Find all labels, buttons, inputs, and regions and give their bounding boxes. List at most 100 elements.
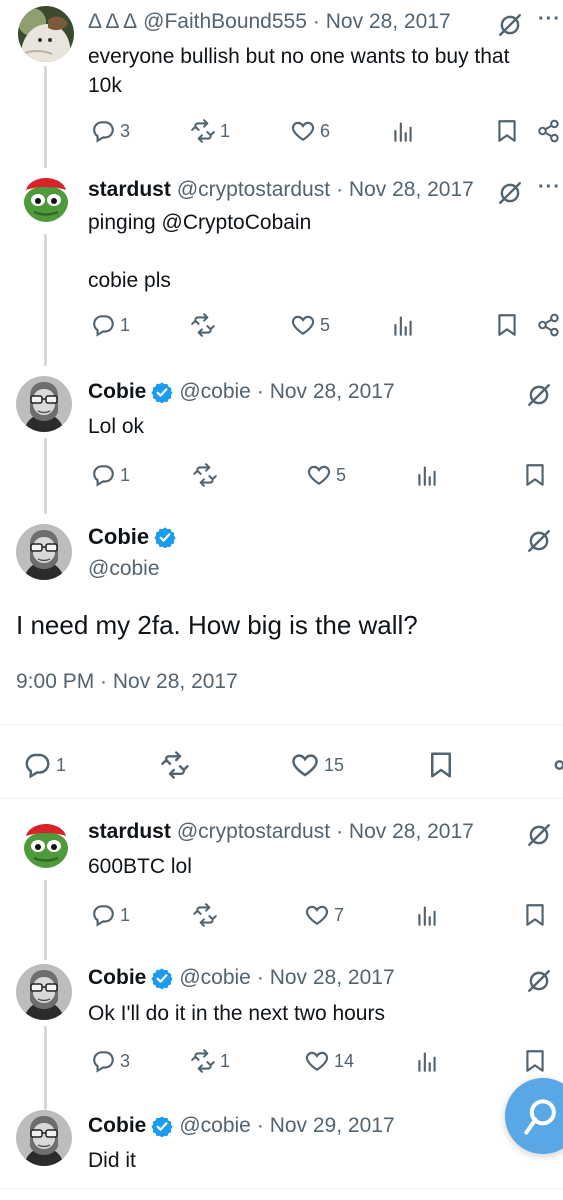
reply-button[interactable]: 1	[22, 750, 66, 780]
tweet-date[interactable]: · Nov 28, 2017	[336, 178, 474, 202]
retweet-button[interactable]	[190, 312, 220, 338]
user-handle[interactable]: @cobie	[88, 557, 160, 581]
tweet-date[interactable]: · Nov 28, 2017	[313, 10, 451, 34]
views-icon	[414, 902, 440, 928]
retweet-button[interactable]: 1	[190, 1048, 230, 1074]
thread-line	[44, 438, 47, 514]
grok-icon[interactable]	[526, 528, 552, 554]
views-button[interactable]	[390, 312, 416, 338]
like-count: 14	[334, 1050, 355, 1071]
avatar[interactable]	[18, 6, 74, 62]
bookmark-button[interactable]	[522, 902, 548, 928]
divider	[0, 724, 563, 725]
tweet-text: Lol ok	[88, 415, 145, 438]
grok-icon[interactable]	[497, 12, 523, 38]
more-options-button[interactable]: ···	[538, 8, 561, 31]
views-icon	[390, 312, 416, 338]
reply-button[interactable]: 1	[90, 462, 130, 488]
grok-icon[interactable]	[526, 822, 552, 848]
share-button[interactable]	[552, 750, 563, 780]
verified-badge-icon	[151, 1115, 173, 1137]
user-name[interactable]: Cobie	[88, 966, 146, 990]
user-name[interactable]: stardust	[88, 820, 171, 844]
reply-icon	[90, 902, 116, 928]
retweet-button[interactable]: 1	[190, 118, 230, 144]
user-name[interactable]: Cobie	[88, 380, 146, 404]
user-name[interactable]: stardust	[88, 178, 171, 202]
tweet-header: stardust @cryptostardust · Nov 28, 2017	[88, 820, 474, 844]
reply-button[interactable]: 1	[90, 902, 130, 928]
retweet-button[interactable]	[160, 750, 190, 780]
avatar[interactable]	[16, 524, 72, 580]
bookmark-button[interactable]	[494, 312, 520, 338]
verified-badge-icon	[154, 526, 176, 548]
reply-count: 1	[120, 314, 131, 335]
grok-icon[interactable]	[526, 968, 552, 994]
reply-button[interactable]: 3	[90, 1048, 130, 1074]
more-options-button[interactable]: ···	[538, 176, 561, 199]
share-button[interactable]	[536, 118, 562, 144]
reply-button[interactable]: 3	[90, 118, 130, 144]
like-button[interactable]: 6	[290, 118, 330, 144]
compose-button[interactable]	[505, 1078, 563, 1154]
like-button[interactable]: 5	[290, 312, 330, 338]
heart-icon	[290, 750, 320, 780]
user-handle[interactable]: @cobie	[179, 966, 251, 990]
like-button[interactable]: 7	[304, 902, 344, 928]
views-button[interactable]	[414, 462, 440, 488]
user-handle[interactable]: @cryptostardust	[177, 820, 330, 844]
like-count: 5	[320, 314, 331, 335]
reply-icon	[90, 312, 116, 338]
reply-icon	[90, 462, 116, 488]
user-name[interactable]: Cobie	[88, 524, 149, 550]
user-handle[interactable]: @cobie	[179, 1114, 251, 1138]
grok-icon[interactable]	[526, 382, 552, 408]
main-tweet-timestamp[interactable]: 9:00 PM · Nov 28, 2017	[16, 670, 238, 694]
divider	[0, 1188, 563, 1189]
avatar[interactable]	[18, 172, 74, 228]
like-button[interactable]: 14	[304, 1048, 354, 1074]
divider	[0, 798, 563, 799]
reply-count: 3	[120, 1050, 131, 1071]
avatar[interactable]	[16, 1110, 72, 1166]
bookmark-icon	[426, 750, 456, 780]
user-name[interactable]: Cobie	[88, 1114, 146, 1138]
reply-button[interactable]: 1	[90, 312, 130, 338]
compose-icon	[524, 1099, 556, 1135]
like-count: 6	[320, 120, 331, 141]
bookmark-button[interactable]	[426, 750, 456, 780]
user-handle[interactable]: @cryptostardust	[177, 178, 330, 202]
bookmark-button[interactable]	[494, 118, 520, 144]
views-button[interactable]	[414, 902, 440, 928]
bookmark-icon	[494, 118, 520, 144]
like-button[interactable]: 5	[306, 462, 346, 488]
heart-icon	[306, 462, 332, 488]
tweet-date[interactable]: · Nov 28, 2017	[257, 380, 395, 404]
tweet-date[interactable]: · Nov 29, 2017	[257, 1114, 395, 1138]
avatar[interactable]	[18, 818, 74, 874]
views-icon	[414, 1048, 440, 1074]
tweet-date[interactable]: · Nov 28, 2017	[336, 820, 474, 844]
avatar[interactable]	[16, 376, 72, 432]
avatar[interactable]	[16, 964, 72, 1020]
share-button[interactable]	[536, 312, 562, 338]
like-button[interactable]: 15	[290, 750, 344, 780]
retweet-button[interactable]	[192, 902, 222, 928]
bookmark-button[interactable]	[522, 1048, 548, 1074]
bookmark-button[interactable]	[522, 462, 548, 488]
grok-icon[interactable]	[497, 180, 523, 206]
user-handle[interactable]: @cobie	[179, 380, 251, 404]
retweet-count: 1	[220, 120, 231, 141]
retweet-button[interactable]	[192, 462, 222, 488]
main-tweet-text: I need my 2fa. How big is the wall?	[16, 610, 418, 640]
views-button[interactable]	[414, 1048, 440, 1074]
share-icon	[552, 750, 563, 780]
reply-count: 1	[56, 754, 67, 775]
user-name[interactable]: Δ Δ Δ	[88, 10, 137, 34]
views-button[interactable]	[390, 118, 416, 144]
bookmark-icon	[522, 1048, 548, 1074]
user-handle[interactable]: @FaithBound555	[143, 10, 307, 34]
tweet-text: Ok I'll do it in the next two hours	[88, 1002, 385, 1025]
tweet-header: stardust @cryptostardust · Nov 28, 2017	[88, 178, 474, 202]
tweet-date[interactable]: · Nov 28, 2017	[257, 966, 395, 990]
